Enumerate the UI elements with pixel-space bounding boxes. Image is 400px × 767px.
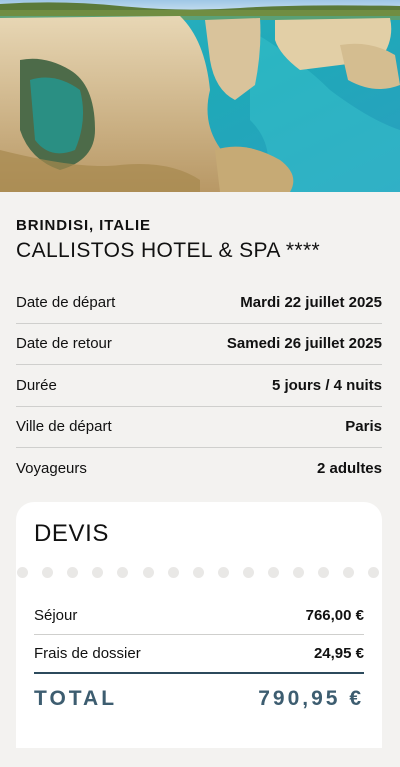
- perforation-dot: [343, 567, 355, 578]
- trip-details-list: Date de départ Mardi 22 juillet 2025 Dat…: [16, 282, 382, 490]
- total-label: TOTAL: [34, 687, 118, 710]
- perforation-dot: [192, 567, 204, 578]
- perforation-dot: [242, 567, 254, 578]
- hotel-name: CALLISTOS HOTEL & SPA ****: [16, 239, 321, 262]
- detail-label: Ville de départ: [16, 418, 112, 436]
- detail-departure-city: Ville de départ Paris: [16, 407, 382, 448]
- detail-label: Voyageurs: [16, 460, 87, 478]
- perforation-dot: [318, 567, 330, 578]
- detail-value: 2 adultes: [316, 460, 382, 478]
- perforation-divider: [16, 565, 382, 579]
- detail-duration: Durée 5 jours / 4 nuits: [16, 365, 382, 407]
- quote-lines: Séjour 766,00 € Frais de dossier 24,95 €: [34, 596, 364, 674]
- perforation-dot: [167, 567, 179, 578]
- perforation-dot: [217, 567, 229, 578]
- quote-line-label: Séjour: [34, 606, 78, 624]
- quote-line-label: Frais de dossier: [34, 645, 141, 662]
- destination-location: BRINDISI, ITALIE: [16, 217, 151, 234]
- detail-value: Samedi 26 juillet 2025: [226, 335, 382, 353]
- quote-line-value: 766,00 €: [305, 606, 364, 624]
- perforation-dot: [142, 567, 154, 578]
- detail-departure-date: Date de départ Mardi 22 juillet 2025: [16, 282, 382, 324]
- quote-title: DEVIS: [34, 520, 110, 547]
- perforation-dot: [67, 567, 79, 578]
- detail-value: Mardi 22 juillet 2025: [240, 293, 382, 311]
- detail-label: Date de départ: [16, 293, 116, 311]
- perforation-dot: [92, 567, 104, 578]
- quote-card: DEVIS Séjour 766,00 € Frais de dossier 2…: [16, 502, 382, 748]
- perforation-dot: [17, 567, 28, 578]
- quote-total: TOTAL 790,95 €: [34, 687, 364, 711]
- detail-label: Date de retour: [16, 335, 112, 353]
- perforation-dot: [268, 567, 279, 578]
- quote-line-value: 24,95 €: [313, 645, 364, 662]
- coastal-cliffs-photo: [0, 0, 400, 192]
- perforation-dot: [368, 567, 380, 578]
- perforation-dot: [42, 567, 54, 578]
- total-value: 790,95 €: [258, 687, 364, 710]
- quote-line-stay: Séjour 766,00 €: [34, 596, 364, 635]
- detail-value: 5 jours / 4 nuits: [271, 376, 382, 394]
- perforation-dot: [293, 567, 305, 578]
- detail-return-date: Date de retour Samedi 26 juillet 2025: [16, 324, 382, 365]
- detail-value: Paris: [345, 418, 382, 436]
- perforation-dot: [117, 567, 129, 578]
- hero-image: [0, 0, 400, 192]
- quote-line-fees: Frais de dossier 24,95 €: [34, 635, 364, 674]
- detail-label: Durée: [16, 376, 57, 394]
- detail-travelers: Voyageurs 2 adultes: [16, 448, 382, 490]
